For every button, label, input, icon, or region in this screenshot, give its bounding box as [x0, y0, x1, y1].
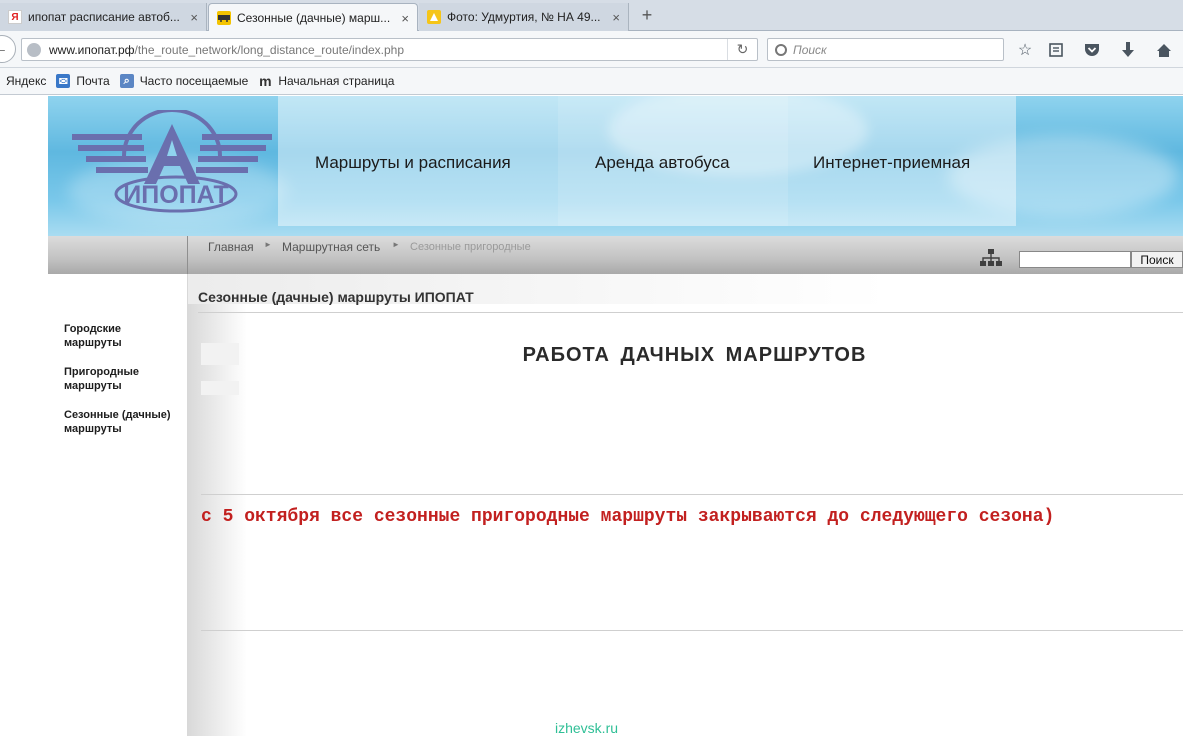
url-path: /the_route_network/long_distance_route/i…	[134, 42, 405, 57]
menu-routes-schedules[interactable]: Маршруты и расписания	[315, 153, 511, 173]
pocket-icon[interactable]	[1082, 40, 1102, 60]
browser-search-input[interactable]: Поиск	[767, 38, 1004, 61]
breadcrumb-route-network[interactable]: Маршрутная сеть	[282, 240, 380, 254]
bookmark-star-icon[interactable]: ☆	[1015, 40, 1035, 60]
menu-bus-rental[interactable]: Аренда автобуса	[595, 153, 730, 173]
tab-title: ипопат расписание автоб...	[28, 10, 180, 24]
breadcrumb: Главная ► Маршрутная сеть ► Сезонные при…	[48, 236, 1183, 274]
web-page: ИПОПАТ Маршруты и расписания Аренда авто…	[0, 96, 1183, 736]
tab-title: Сезонные (дачные) марш...	[237, 11, 391, 25]
reading-list-icon[interactable]	[1046, 40, 1066, 60]
bookmark-label: Часто посещаемые	[139, 74, 249, 88]
breadcrumb-arrow-icon: ►	[392, 240, 400, 249]
url-host: www.ипопат.рф	[49, 42, 135, 57]
address-bar[interactable]: www.ипопат.рф/the_route_network/long_dis…	[21, 38, 758, 61]
new-tab-button[interactable]: +	[636, 4, 658, 26]
tab-photo-udmurtia[interactable]: Фото: Удмуртия, № НА 49... ×	[419, 3, 629, 31]
bookmark-frequent[interactable]: ⌕ Часто посещаемые	[119, 74, 249, 88]
divider	[201, 630, 1183, 631]
breadcrumb-current: Сезонные пригородные	[410, 241, 531, 253]
close-icon[interactable]: ×	[612, 10, 620, 25]
breadcrumb-home[interactable]: Главная	[208, 240, 254, 254]
page-title: Сезонные (дачные) маршруты ИПОПАТ	[198, 289, 474, 305]
bookmark-label: Яндекс	[6, 74, 47, 88]
site-search-input[interactable]	[1019, 251, 1131, 268]
tab-title: Фото: Удмуртия, № НА 49...	[447, 10, 601, 24]
bookmark-label: Почта	[76, 74, 110, 88]
main-content: Сезонные (дачные) маршруты ИПОПАТ РАБОТА…	[188, 274, 1183, 736]
sidebar: Городские маршруты Пригородные маршруты …	[48, 274, 247, 736]
search-placeholder: Поиск	[793, 42, 827, 57]
ipopat-logo[interactable]: ИПОПАТ	[72, 108, 272, 214]
season-closed-notice: с 5 октября все сезонные пригородные мар…	[201, 507, 1055, 527]
sidebar-item-seasonal-routes[interactable]: Сезонные (дачные) маршруты	[64, 408, 174, 436]
search-icon	[775, 43, 787, 56]
blank-block	[201, 381, 239, 395]
globe-icon	[27, 42, 41, 57]
sidebar-item-city-routes[interactable]: Городские маршруты	[64, 322, 174, 350]
m-logo-icon: m	[259, 73, 272, 89]
back-arrow-icon: ←	[0, 40, 8, 57]
menu-internet-reception[interactable]: Интернет-приемная	[813, 153, 970, 173]
bus-icon	[217, 11, 231, 25]
close-icon[interactable]: ×	[401, 11, 409, 26]
site-search-button[interactable]: Поиск	[1131, 251, 1183, 268]
divider	[198, 312, 1183, 313]
sitemap-icon[interactable]	[980, 249, 1002, 267]
bookmarks-bar: Яндекс ✉ Почта ⌕ Часто посещаемые m Нача…	[0, 68, 1183, 95]
watermark: izhevsk.ru	[555, 720, 619, 736]
bookmark-yandex[interactable]: Яндекс	[6, 74, 46, 88]
tab-ipopat-search[interactable]: Я ипопат расписание автоб... ×	[0, 3, 207, 31]
frequent-icon: ⌕	[119, 74, 134, 88]
headline: РАБОТА ДАЧНЫХ МАРШРУТОВ	[522, 344, 867, 366]
yandex-icon: Я	[8, 10, 22, 24]
download-icon[interactable]	[1118, 40, 1138, 60]
tab-seasonal-routes[interactable]: Сезонные (дачные) марш... ×	[208, 3, 418, 32]
bookmark-mail[interactable]: ✉ Почта	[56, 74, 110, 88]
mail-icon: ✉	[56, 74, 71, 88]
divider	[201, 494, 1183, 495]
home-icon[interactable]	[1154, 40, 1174, 60]
site-header: ИПОПАТ Маршруты и расписания Аренда авто…	[48, 96, 1183, 236]
bookmark-label: Начальная страница	[278, 74, 395, 88]
photo-icon	[427, 10, 441, 24]
nav-bar: ← www.ипопат.рф/the_route_network/long_d…	[0, 31, 1183, 68]
close-icon[interactable]: ×	[190, 10, 198, 25]
tab-strip: Я ипопат расписание автоб... × Сезонные …	[0, 0, 1183, 32]
reload-icon[interactable]: ↻	[727, 39, 757, 60]
back-button[interactable]: ←	[0, 35, 16, 63]
bookmark-start-page[interactable]: m Начальная страница	[258, 73, 395, 89]
sidebar-item-suburban-routes[interactable]: Пригородные маршруты	[64, 365, 174, 393]
logo-text: ИПОПАТ	[123, 181, 228, 209]
breadcrumb-arrow-icon: ►	[264, 240, 272, 249]
main-menu: Маршруты и расписания Аренда автобуса Ин…	[278, 96, 1016, 226]
